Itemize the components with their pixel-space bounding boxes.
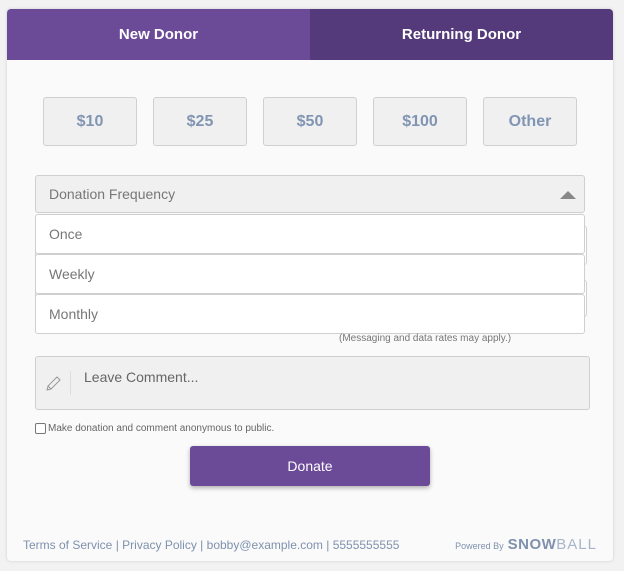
comment-textarea[interactable]: Leave Comment... (35, 356, 590, 410)
logo-bold: SNOW (507, 536, 557, 553)
frequency-option-monthly[interactable]: Monthly (35, 294, 585, 334)
phone-link[interactable]: 5555555555 (333, 538, 400, 552)
donation-frequency-select[interactable]: Donation Frequency (35, 175, 585, 213)
pencil-icon (46, 376, 61, 391)
powered-by: Powered By SNOWBALL (455, 536, 597, 554)
separator: | (112, 538, 123, 552)
messaging-note: (Messaging and data rates may apply.) (339, 333, 512, 344)
anonymous-label: Make donation and comment anonymous to p… (48, 423, 275, 434)
comment-placeholder: Leave Comment... (84, 369, 199, 385)
donation-card: New Donor Returning Donor $10 $25 $50 $1… (7, 9, 613, 561)
tab-new-donor[interactable]: New Donor (7, 9, 310, 60)
amount-100-button[interactable]: $100 (373, 97, 467, 146)
logo-light: BALL (556, 536, 597, 553)
email-link[interactable]: bobby@example.com (207, 538, 323, 552)
separator: | (196, 538, 207, 552)
privacy-link[interactable]: Privacy Policy (122, 538, 197, 552)
tab-returning-donor[interactable]: Returning Donor (310, 9, 613, 60)
powered-by-label: Powered By (455, 541, 504, 551)
amount-25-button[interactable]: $25 (153, 97, 247, 146)
separator: | (322, 538, 333, 552)
amount-10-button[interactable]: $10 (43, 97, 137, 146)
anonymous-checkbox[interactable] (35, 423, 46, 434)
divider (70, 371, 71, 395)
triangle-up-icon (560, 191, 576, 199)
footer-links: Terms of Service | Privacy Policy | bobb… (23, 538, 399, 552)
frequency-placeholder: Donation Frequency (49, 186, 176, 202)
amount-other-button[interactable]: Other (483, 97, 577, 146)
snowball-logo[interactable]: SNOWBALL (508, 536, 597, 554)
terms-link[interactable]: Terms of Service (23, 538, 112, 552)
donor-tabs: New Donor Returning Donor (7, 9, 613, 60)
frequency-option-once[interactable]: Once (35, 214, 585, 254)
donate-button[interactable]: Donate (190, 446, 430, 486)
frequency-option-weekly[interactable]: Weekly (35, 254, 585, 294)
amount-50-button[interactable]: $50 (263, 97, 357, 146)
